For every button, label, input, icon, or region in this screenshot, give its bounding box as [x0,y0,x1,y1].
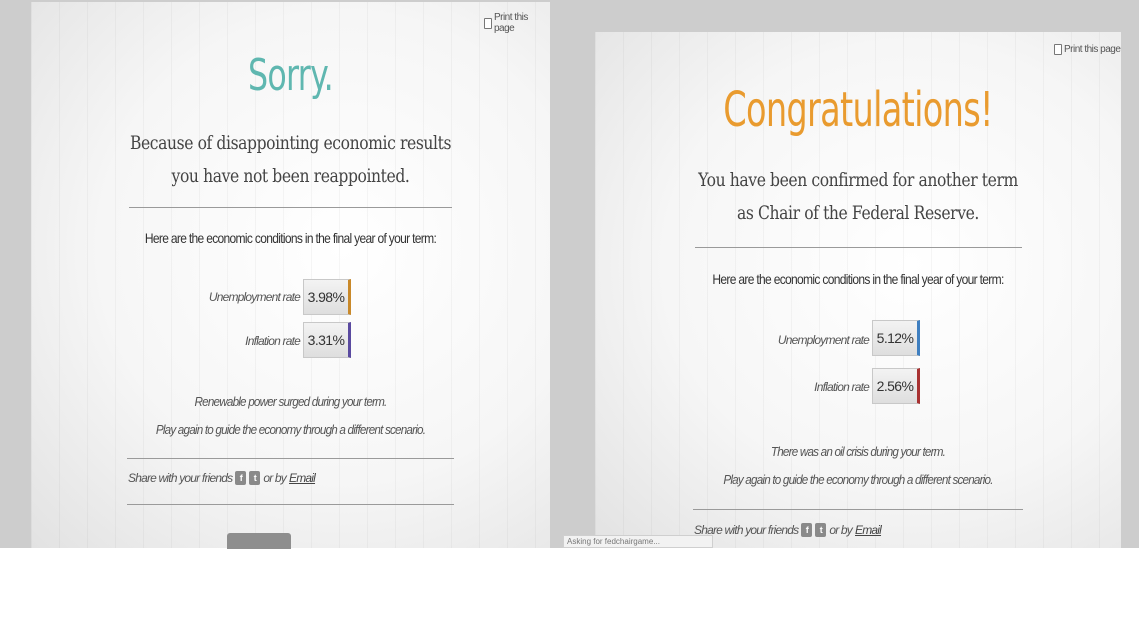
divider [129,207,452,208]
facebook-icon[interactable]: f [801,523,813,537]
print-page-link[interactable]: Print this page [484,12,550,34]
divider [695,247,1022,248]
divider [127,458,454,459]
subtitle-line-2: you have not been reappointed. [171,165,410,187]
printer-icon [1054,44,1062,55]
result-panel-not-reappointed: Print this page Sorry. Because of disapp… [31,2,550,548]
share-label: Share with your friends [128,471,233,485]
divider [127,504,454,505]
scenario-note-line-1: Renewable power surged during your term. [194,394,388,409]
result-subtitle: You have been confirmed for another term… [595,164,1121,230]
sorry-heading: Sorry. [248,50,334,101]
print-page-label: Print this page [493,12,528,34]
play-again-button[interactable] [227,533,291,549]
print-page-link[interactable]: Print this page [1054,44,1121,55]
email-share-link[interactable]: Email [289,471,316,485]
unemployment-value: 3.98% [303,279,351,315]
email-share-link[interactable]: Email [855,523,882,537]
inflation-value: 2.56% [872,368,920,404]
share-row: Share with your friends f t or by Email [694,523,882,537]
result-heading: Sorry. [31,50,550,101]
share-row: Share with your friends f t or by Email [128,471,316,485]
scenario-note-line-1: There was an oil crisis during your term… [770,444,946,459]
divider [693,509,1023,510]
congratulations-heading: Congratulations! [723,82,993,138]
twitter-icon[interactable]: t [815,523,827,537]
share-or-label: or by [263,471,287,485]
inflation-label: Inflation rate [245,334,301,348]
scenario-note: There was an oil crisis during your term… [595,438,1121,494]
unemployment-label: Unemployment rate [208,290,301,304]
conditions-heading: Here are the economic conditions in the … [144,230,437,246]
print-page-label: Print this page [1064,44,1121,55]
scenario-note-line-2: Play again to guide the economy through … [155,422,426,437]
result-subtitle: Because of disappointing economic result… [31,127,550,193]
scenario-note-line-2: Play again to guide the economy through … [723,472,993,487]
twitter-icon[interactable]: t [249,471,261,485]
conditions-heading: Here are the economic conditions in the … [712,271,1004,287]
facebook-icon[interactable]: f [235,471,247,485]
scenario-note: Renewable power surged during your term.… [31,388,550,444]
result-heading: Congratulations! [595,82,1121,138]
share-or-label: or by [829,523,853,537]
status-tooltip: Asking for fedchairgame... [563,535,713,548]
unemployment-value: 5.12% [872,320,920,356]
inflation-label: Inflation rate [814,380,870,394]
subtitle-line-1: You have been confirmed for another term [698,169,1018,191]
subtitle-line-2: as Chair of the Federal Reserve. [737,202,979,224]
inflation-value: 3.31% [303,322,351,358]
subtitle-line-1: Because of disappointing economic result… [129,132,452,154]
printer-icon [484,17,492,29]
unemployment-label: Unemployment rate [777,333,870,347]
result-panel-reappointed: Print this page Congratulations! You hav… [595,32,1121,548]
